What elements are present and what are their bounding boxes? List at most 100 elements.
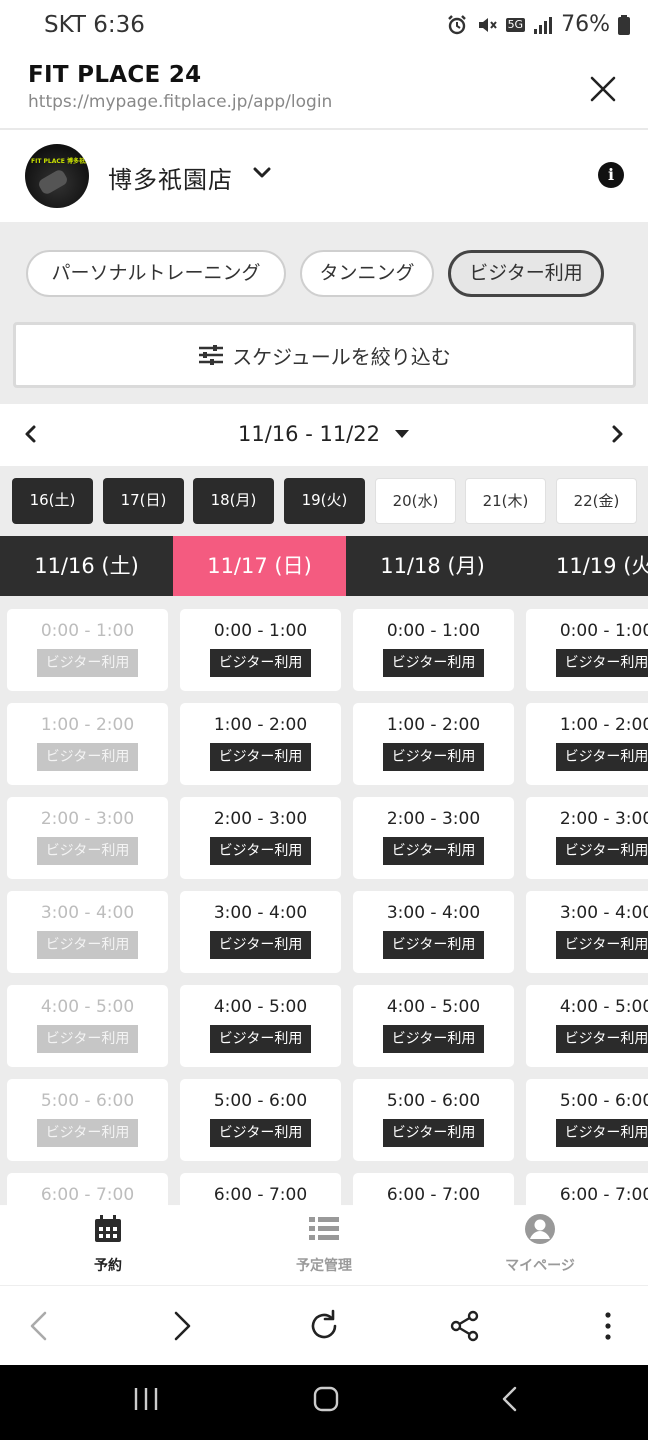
day-pill[interactable]: 22(金) bbox=[556, 478, 637, 524]
slot-tag: ビジター利用 bbox=[383, 931, 484, 959]
slot-tag: ビジター利用 bbox=[556, 743, 648, 771]
time-slot-card[interactable]: 6:00 - 7:00ビジター利用 bbox=[526, 1173, 648, 1206]
day-header: 11/19 (火 bbox=[556, 554, 648, 578]
status-time: SKT 6:36 bbox=[44, 12, 145, 38]
time-slot-card[interactable]: 1:00 - 2:00 ビジター利用 bbox=[180, 703, 341, 785]
browser-toolbar bbox=[0, 1285, 648, 1365]
share-icon[interactable] bbox=[447, 1308, 483, 1344]
user-icon bbox=[525, 1214, 555, 1244]
time-slot-card[interactable]: 5:00 - 6:00 ビジター利用 bbox=[180, 1079, 341, 1161]
forward-icon[interactable] bbox=[163, 1308, 199, 1344]
slot-tag: ビジター利用 bbox=[556, 931, 648, 959]
time-slot-card[interactable]: 4:00 - 5:00 ビジター利用 bbox=[180, 985, 341, 1067]
store-header: FIT PLACE 博多祇園 博多祇園店 i bbox=[0, 130, 648, 222]
time-slot-card[interactable]: 5:00 - 6:00 ビジター利用 bbox=[353, 1079, 514, 1161]
chip-tanning[interactable]: タンニング bbox=[300, 250, 434, 297]
tab-reservation[interactable]: 予約 bbox=[0, 1213, 216, 1275]
slot-tag: ビジター利用 bbox=[37, 1025, 138, 1053]
week-range-label: 11/16 - 11/22 bbox=[238, 422, 380, 446]
slot-tag: ビジター利用 bbox=[556, 1025, 648, 1053]
slot-tag: ビジター利用 bbox=[556, 837, 648, 865]
time-slot-card[interactable]: 6:00 - 7:00ビジター利用 bbox=[180, 1173, 341, 1206]
filter-area: パーソナルトレーニング タンニング ビジター利用 スケジュールを絞り込む bbox=[0, 222, 648, 404]
slot-time: 5:00 - 6:00 bbox=[559, 1091, 648, 1111]
day-pill[interactable]: 17(日) bbox=[103, 478, 184, 524]
slot-time: 0:00 - 1:00 bbox=[213, 621, 308, 641]
mute-icon bbox=[478, 17, 497, 32]
time-slot-card[interactable]: 1:00 - 2:00 ビジター利用 bbox=[526, 703, 648, 785]
time-slot-card[interactable]: 4:00 - 5:00 ビジター利用 bbox=[353, 985, 514, 1067]
time-slot-card: 6:00 - 7:00ビジター利用 bbox=[7, 1173, 168, 1206]
time-slot-card: 0:00 - 1:00 ビジター利用 bbox=[7, 609, 168, 691]
slot-tag: ビジター利用 bbox=[210, 1025, 311, 1053]
info-icon[interactable]: i bbox=[598, 162, 624, 188]
slot-time: 3:00 - 4:00 bbox=[386, 903, 481, 923]
tab-schedule-management[interactable]: 予定管理 bbox=[216, 1213, 432, 1275]
sliders-icon bbox=[199, 345, 224, 365]
time-slot-card[interactable]: 0:00 - 1:00 ビジター利用 bbox=[526, 609, 648, 691]
day-pill[interactable]: 16(土) bbox=[12, 478, 93, 524]
day-header-row: 11/16 (土) 11/17 (日) 11/18 (月) 11/19 (火 bbox=[0, 536, 648, 596]
time-slot-card[interactable]: 1:00 - 2:00 ビジター利用 bbox=[353, 703, 514, 785]
site-url[interactable]: https://mypage.fitplace.jp/app/login bbox=[28, 92, 332, 112]
slot-time: 0:00 - 1:00 bbox=[559, 621, 648, 641]
time-slot-card[interactable]: 2:00 - 3:00 ビジター利用 bbox=[526, 797, 648, 879]
day-pill[interactable]: 20(水) bbox=[375, 478, 456, 524]
slot-time: 2:00 - 3:00 bbox=[40, 809, 135, 829]
more-vertical-icon[interactable] bbox=[590, 1308, 626, 1344]
close-icon[interactable] bbox=[588, 74, 618, 104]
chevron-down-icon[interactable] bbox=[252, 166, 272, 180]
slot-tag: ビジター利用 bbox=[556, 649, 648, 677]
tab-mypage[interactable]: マイページ bbox=[432, 1213, 648, 1275]
slot-tag: ビジター利用 bbox=[37, 649, 138, 677]
slot-tag: ビジター利用 bbox=[383, 743, 484, 771]
recent-apps-icon[interactable] bbox=[132, 1385, 160, 1413]
store-logo: FIT PLACE 博多祇園 bbox=[25, 144, 89, 208]
nav-back-icon[interactable] bbox=[496, 1385, 524, 1413]
chip-personal-training[interactable]: パーソナルトレーニング bbox=[26, 250, 286, 297]
slot-time: 6:00 - 7:00 bbox=[213, 1185, 308, 1205]
slot-tag: ビジター利用 bbox=[210, 931, 311, 959]
time-slot-card: 1:00 - 2:00 ビジター利用 bbox=[7, 703, 168, 785]
slot-time: 5:00 - 6:00 bbox=[213, 1091, 308, 1111]
week-range-selector[interactable]: 11/16 - 11/22 bbox=[0, 422, 648, 446]
chevron-right-icon[interactable] bbox=[610, 424, 624, 444]
day-header: 11/16 (土) bbox=[34, 554, 139, 578]
slot-time: 2:00 - 3:00 bbox=[559, 809, 648, 829]
slot-time: 2:00 - 3:00 bbox=[386, 809, 481, 829]
time-slot-card: 3:00 - 4:00 ビジター利用 bbox=[7, 891, 168, 973]
time-slot-card[interactable]: 6:00 - 7:00ビジター利用 bbox=[353, 1173, 514, 1206]
time-slot-card[interactable]: 4:00 - 5:00 ビジター利用 bbox=[526, 985, 648, 1067]
day-pill[interactable]: 19(火) bbox=[284, 478, 365, 524]
slot-time: 2:00 - 3:00 bbox=[213, 809, 308, 829]
back-icon[interactable] bbox=[22, 1308, 58, 1344]
slot-time: 5:00 - 6:00 bbox=[40, 1091, 135, 1111]
day-header: 11/18 (月) bbox=[380, 554, 485, 578]
day-pill[interactable]: 18(月) bbox=[193, 478, 274, 524]
time-slot-card[interactable]: 5:00 - 6:00 ビジター利用 bbox=[526, 1079, 648, 1161]
time-slot-card: 5:00 - 6:00 ビジター利用 bbox=[7, 1079, 168, 1161]
time-slot-card[interactable]: 2:00 - 3:00 ビジター利用 bbox=[180, 797, 341, 879]
slot-time: 4:00 - 5:00 bbox=[213, 997, 308, 1017]
slot-time: 4:00 - 5:00 bbox=[386, 997, 481, 1017]
list-icon bbox=[309, 1217, 339, 1240]
signal-icon bbox=[534, 16, 553, 34]
time-slot-card[interactable]: 3:00 - 4:00 ビジター利用 bbox=[353, 891, 514, 973]
time-slot-card[interactable]: 3:00 - 4:00 ビジター利用 bbox=[526, 891, 648, 973]
time-slot-card[interactable]: 0:00 - 1:00 ビジター利用 bbox=[180, 609, 341, 691]
status-bar: SKT 6:36 5G 76% bbox=[0, 0, 648, 54]
day-pill[interactable]: 21(木) bbox=[465, 478, 546, 524]
browser-header: FIT PLACE 24 https://mypage.fitplace.jp/… bbox=[0, 54, 648, 130]
slot-time: 6:00 - 7:00 bbox=[40, 1185, 135, 1205]
time-slot-card[interactable]: 0:00 - 1:00 ビジター利用 bbox=[353, 609, 514, 691]
store-name[interactable]: 博多祇園店 bbox=[108, 160, 233, 195]
time-slot-card[interactable]: 2:00 - 3:00 ビジター利用 bbox=[353, 797, 514, 879]
chip-visitor[interactable]: ビジター利用 bbox=[448, 250, 604, 297]
day-header: 11/17 (日) bbox=[173, 536, 346, 596]
time-slot-card[interactable]: 3:00 - 4:00 ビジター利用 bbox=[180, 891, 341, 973]
schedule-filter-button[interactable]: スケジュールを絞り込む bbox=[13, 322, 636, 388]
home-icon[interactable] bbox=[312, 1385, 340, 1413]
tab-mypage-label: マイページ bbox=[505, 1258, 575, 1274]
reload-icon[interactable] bbox=[306, 1308, 342, 1344]
slot-time: 3:00 - 4:00 bbox=[40, 903, 135, 923]
